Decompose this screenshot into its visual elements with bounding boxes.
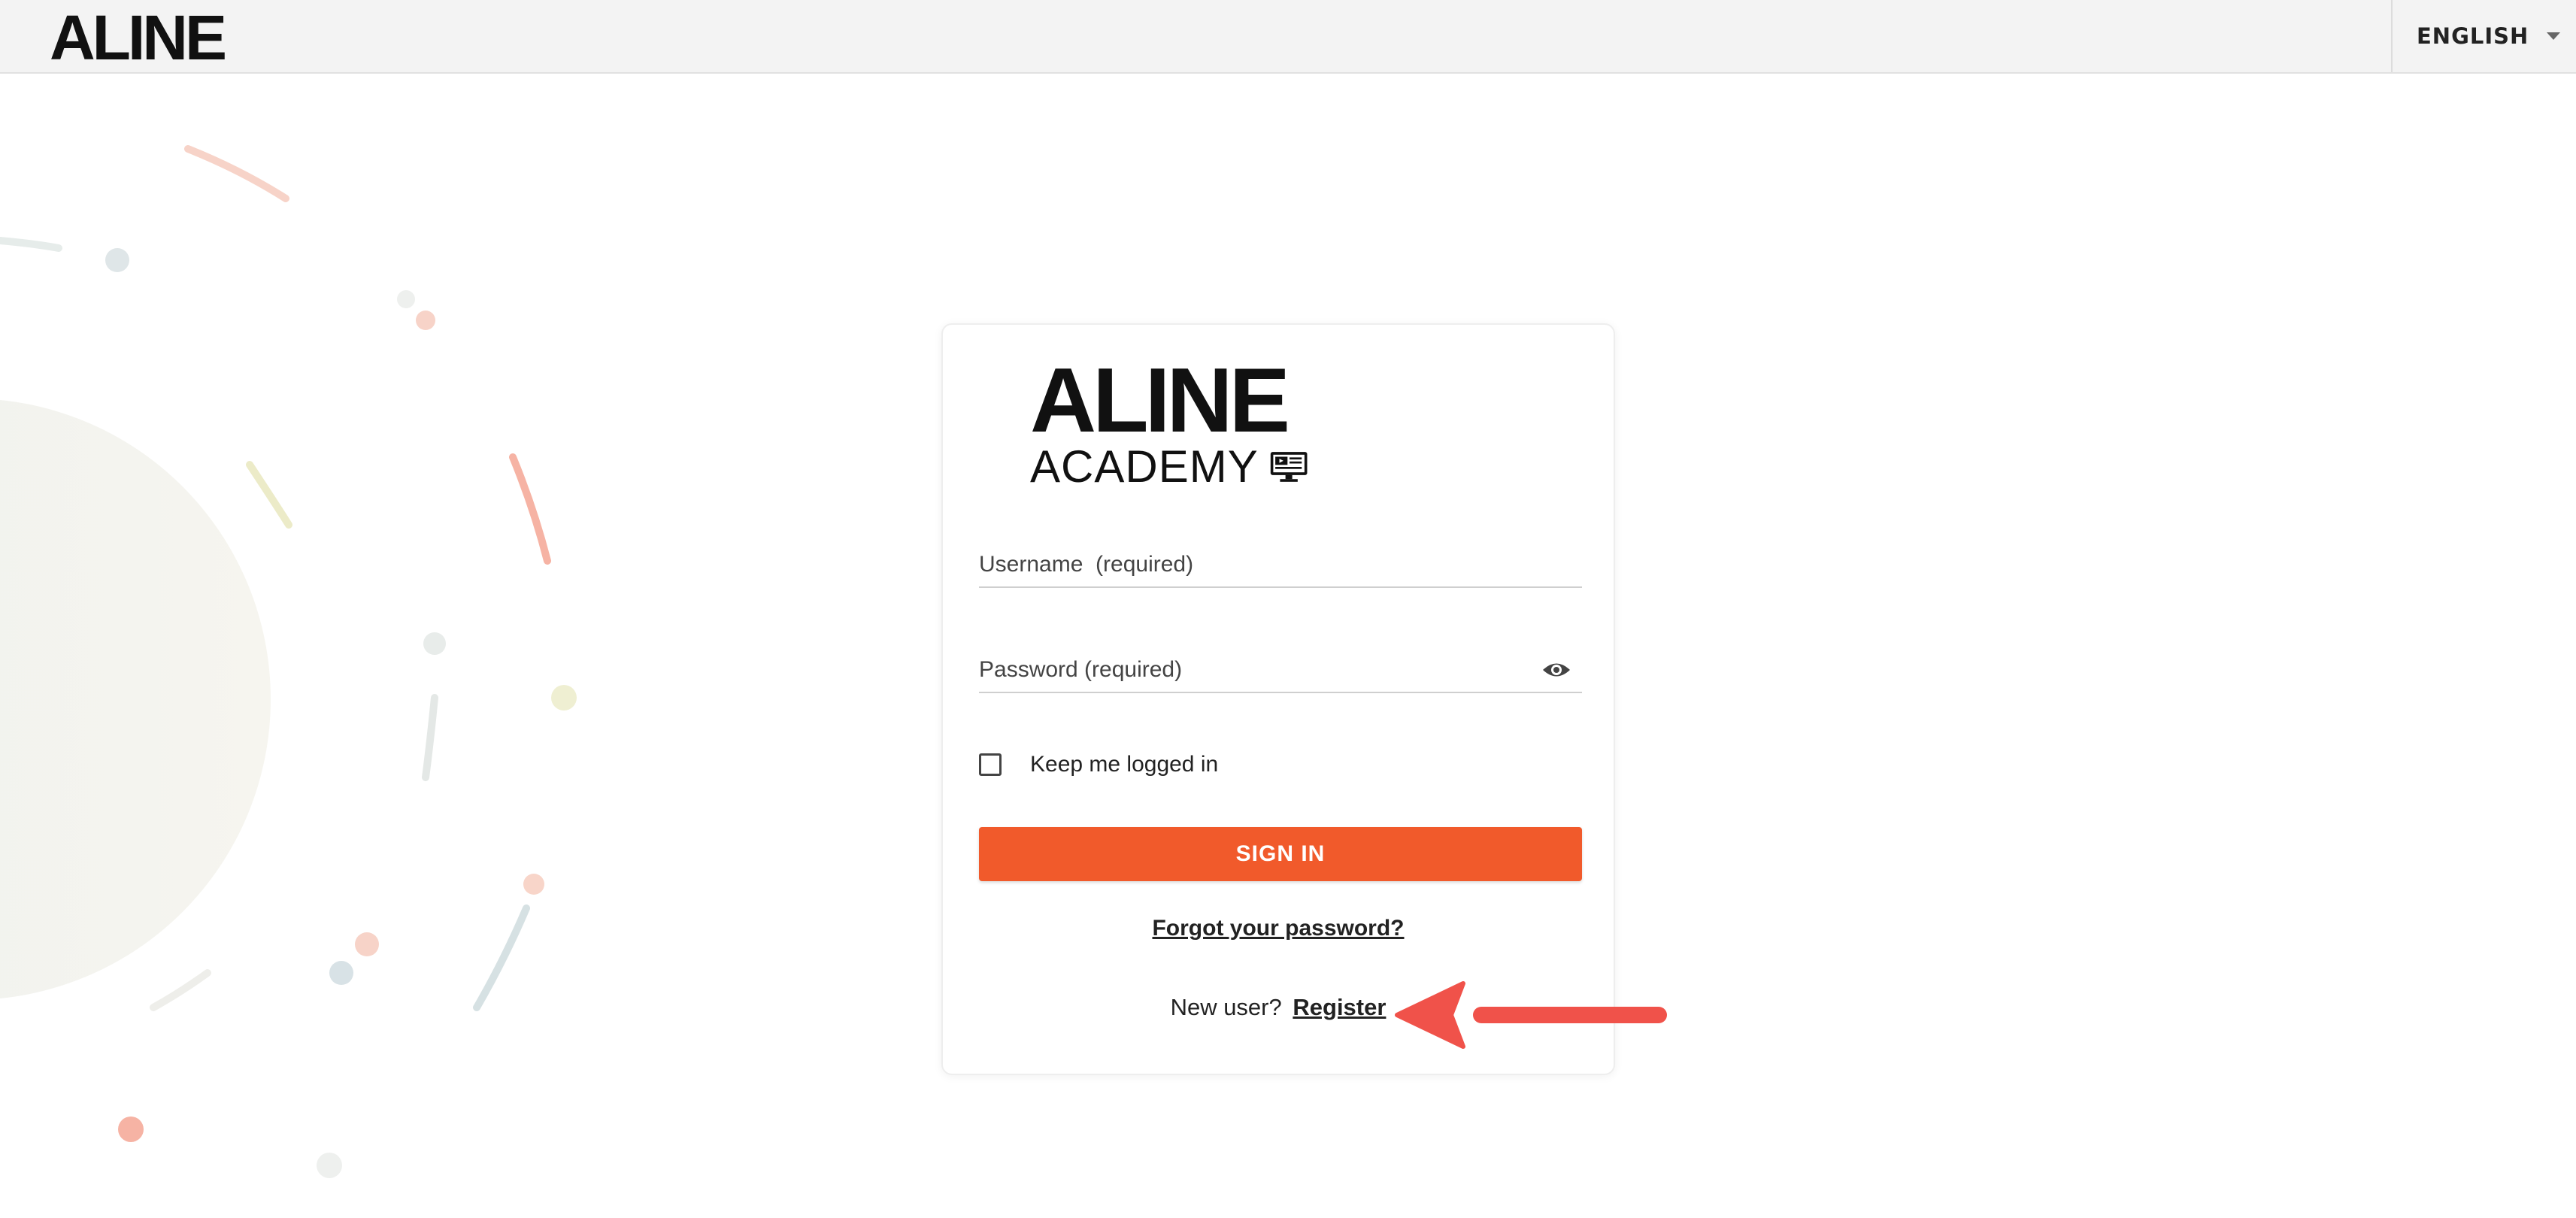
- keep-logged-in[interactable]: Keep me logged in: [979, 752, 1218, 777]
- logo-title: ALINE: [1030, 349, 1290, 451]
- decorative-background: [0, 145, 577, 1178]
- academy-logo: ALINE ACADEMY: [1030, 349, 1308, 492]
- language-selector[interactable]: ENGLISH: [2391, 0, 2576, 72]
- username-input[interactable]: [979, 543, 1582, 586]
- eye-icon[interactable]: [1541, 660, 1571, 680]
- keep-logged-in-label: Keep me logged in: [1030, 752, 1219, 777]
- password-field: [979, 648, 1582, 693]
- logo-subtitle: ACADEMY: [1030, 441, 1259, 492]
- top-bar: ALINE ENGLISH: [0, 0, 2576, 74]
- login-card: ALINE ACADEMY Keep: [941, 323, 1615, 1075]
- sign-in-button[interactable]: SIGN IN: [979, 827, 1582, 881]
- username-field: [979, 543, 1582, 588]
- monitor-icon: [1270, 452, 1308, 482]
- password-input[interactable]: [979, 648, 1582, 692]
- language-label: ENGLISH: [2417, 23, 2529, 49]
- brand-logo[interactable]: ALINE: [50, 6, 227, 69]
- new-user-text: New user?: [1170, 994, 1282, 1020]
- forgot-password-link[interactable]: Forgot your password?: [943, 916, 1614, 941]
- new-user-row: New user? Register: [943, 994, 1614, 1021]
- chevron-down-icon: [2547, 32, 2561, 40]
- register-link[interactable]: Register: [1293, 994, 1386, 1020]
- keep-logged-in-checkbox[interactable]: [979, 753, 1002, 776]
